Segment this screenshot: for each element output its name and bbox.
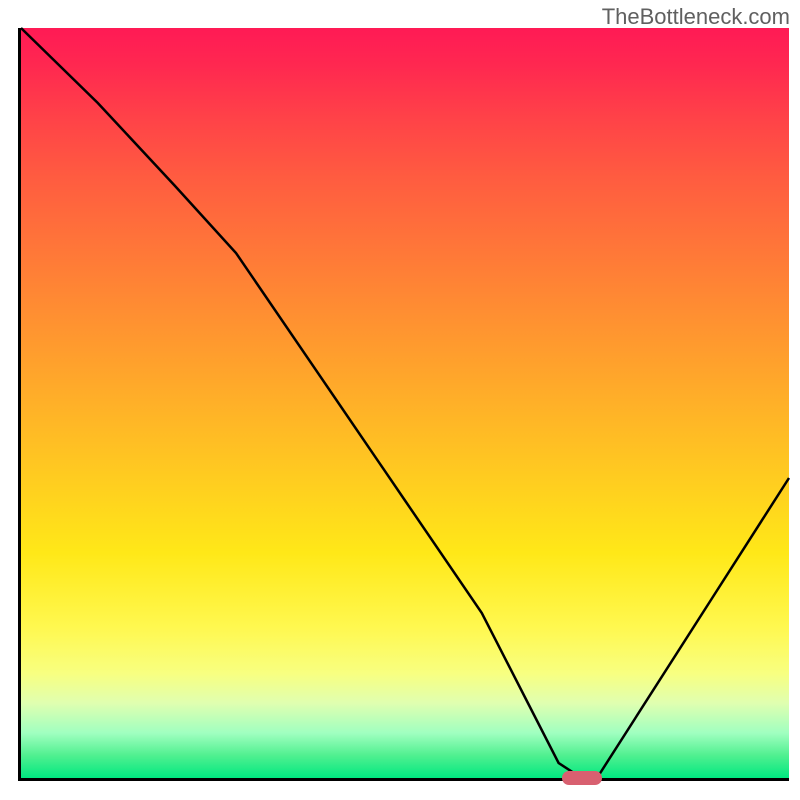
- curve-svg: [21, 28, 789, 778]
- bottleneck-curve: [21, 28, 789, 778]
- watermark-text: TheBottleneck.com: [602, 4, 790, 30]
- optimal-marker: [562, 771, 602, 785]
- chart-plot-area: [18, 28, 789, 781]
